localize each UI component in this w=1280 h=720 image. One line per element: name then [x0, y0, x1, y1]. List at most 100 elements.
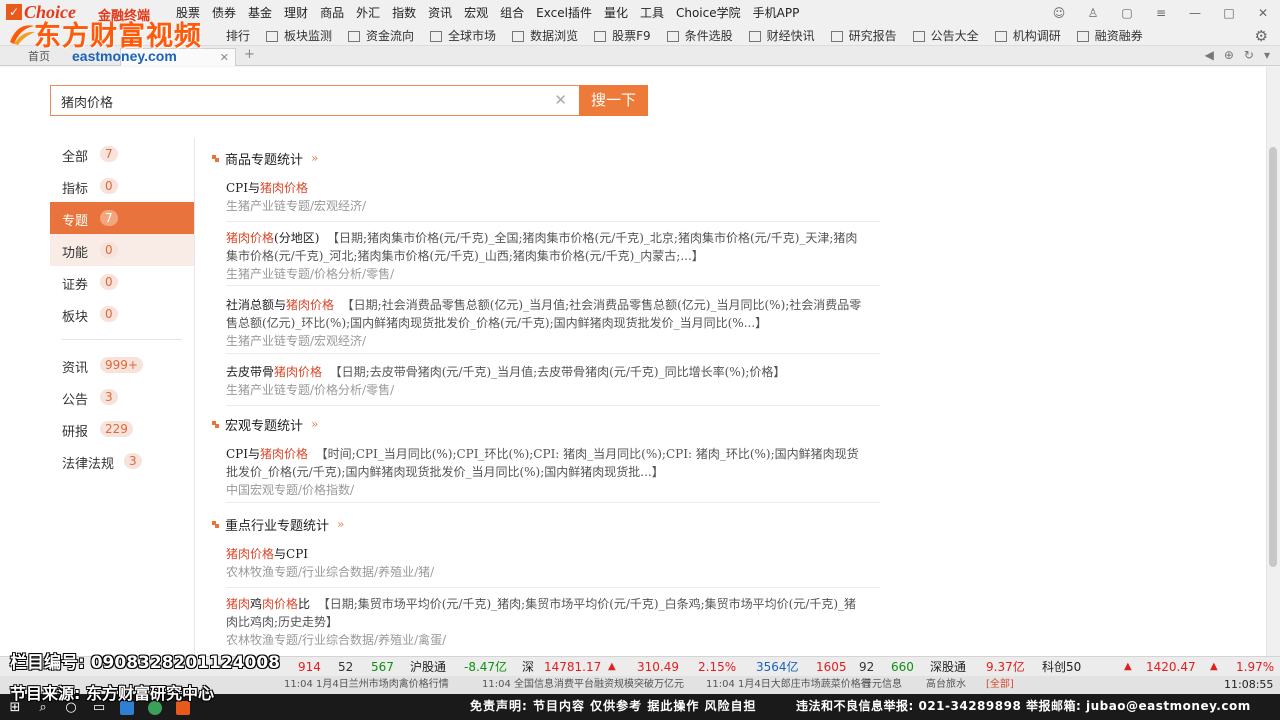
menu-item-tools[interactable]: 工具 [634, 0, 670, 26]
result-path[interactable]: 农林牧渔专题/行业综合数据/养殖业/禽蛋/ [226, 631, 880, 649]
menu-item-mobile-app[interactable]: 手机APP [747, 0, 806, 26]
news-item[interactable]: 11:04 1月4日兰州市场肉禽价格行情 [284, 676, 449, 694]
toolbar-label: 排行 [226, 29, 251, 43]
title-highlight: 猪肉价格 [226, 547, 275, 561]
result-item[interactable]: 猪肉鸡肉价格比 【日期;集贸市场平均价(元/千克)_猪肉;集贸市场平均价(元/千… [226, 595, 880, 653]
toolbar-global-market[interactable]: 全球市场 [424, 26, 506, 46]
title-highlight[interactable]: 肉价格 [262, 597, 298, 611]
menu-item-index[interactable]: 指数 [386, 0, 422, 26]
news-all-link[interactable]: [全部] [986, 676, 1014, 694]
zoom-icon[interactable]: ⊕ [1224, 48, 1234, 62]
vertical-scrollbar[interactable] [1266, 67, 1280, 656]
title-highlight[interactable]: 猪肉价格 [226, 231, 274, 245]
toolbar-research-report[interactable]: 研究报告 [825, 26, 907, 46]
title-highlight[interactable]: 猪肉价格 [286, 298, 334, 312]
category-indicator[interactable]: 指标 0 [50, 170, 194, 202]
result-path[interactable]: 生猪产业链专题/宏观经济/ [226, 332, 880, 350]
title-text[interactable]: 比 [298, 597, 310, 611]
category-all[interactable]: 全部 7 [50, 138, 194, 170]
category-sector[interactable]: 板块 0 [50, 298, 194, 330]
result-item[interactable]: CPI与猪肉价格 【时间;CPI_当月同比(%);CPI_环比(%);CPI: … [226, 445, 880, 503]
toolbar-stock-f9[interactable]: 股票F9 [588, 26, 661, 46]
eastmoney-swoosh-logo [10, 25, 35, 45]
category-label: 法律法规 [62, 457, 115, 472]
menu-item-excel-plugin[interactable]: Excel插件 [530, 0, 598, 26]
category-security[interactable]: 证券 0 [50, 266, 194, 298]
search-input[interactable] [61, 92, 541, 110]
minimize-icon[interactable]: — [1184, 3, 1206, 23]
section-more-link[interactable]: » [311, 417, 318, 431]
menu-item-choice-academy[interactable]: Choice学院 [670, 0, 747, 26]
toolbar-ranking[interactable]: 排行 [220, 26, 260, 46]
sh-connect-value: -8.47亿 [464, 660, 508, 674]
menu-item-commodity[interactable]: 商品 [314, 0, 350, 26]
result-path[interactable]: 生猪产业链专题/价格分析/零售/ [226, 265, 880, 283]
toolbar-institution-research[interactable]: 机构调研 [989, 26, 1071, 46]
toolbar-data-browse[interactable]: 数据浏览 [506, 26, 588, 46]
menu-item-quant[interactable]: 量化 [598, 0, 634, 26]
search-button[interactable]: 搜一下 [579, 85, 648, 116]
news-item[interactable]: 普元信息 [862, 676, 902, 694]
title-highlight[interactable]: 猪肉 [226, 597, 250, 611]
clear-search-icon[interactable]: ✕ [554, 91, 567, 109]
settings-gear-icon[interactable]: ⚙ [1255, 27, 1268, 45]
toolbar-sector-monitor[interactable]: 板块监测 [260, 26, 342, 46]
title-highlight[interactable]: 猪肉价格 [274, 365, 322, 379]
category-count: 0 [100, 274, 118, 290]
close-icon[interactable]: ✕ [1252, 3, 1274, 23]
category-law[interactable]: 法律法规 3 [50, 445, 194, 477]
tab-menu-icon[interactable]: ▾ [1264, 48, 1270, 62]
result-item[interactable]: 猪肉价格与CPI 农林牧渔专题/行业综合数据/养殖业/猪/ [226, 545, 880, 588]
maximize-icon[interactable]: □ [1218, 3, 1240, 23]
category-function[interactable]: 功能 0 [50, 234, 194, 266]
toolbar-stock-screener[interactable]: 条件选股 [661, 26, 743, 46]
menu-item-fund[interactable]: 基金 [242, 0, 278, 26]
title-text[interactable]: 社消总额与 [226, 298, 286, 312]
title-text[interactable]: (分地区) [274, 231, 319, 245]
category-announcement[interactable]: 公告 3 [50, 381, 194, 413]
toolbar-fund-flow[interactable]: 资金流向 [342, 26, 424, 46]
category-news[interactable]: 资讯 999+ [50, 349, 194, 381]
section-header-macro: 宏观专题统计 » [212, 413, 318, 435]
result-path[interactable]: 农林牧渔专题/行业综合数据/养殖业/猪/ [226, 563, 880, 581]
user-icon[interactable]: ♙ [1082, 3, 1104, 23]
title-text[interactable]: 鸡 [250, 597, 262, 611]
title-text[interactable]: 去皮带骨 [226, 365, 274, 379]
title-highlight[interactable]: 猪肉价格 [260, 447, 308, 461]
result-title[interactable]: 猪肉价格与CPI [226, 545, 880, 563]
section-more-link[interactable]: » [337, 517, 344, 531]
tab-close-icon[interactable]: ✕ [220, 49, 229, 66]
menu-item-forex[interactable]: 外汇 [350, 0, 386, 26]
result-title[interactable]: CPI与猪肉价格 [226, 179, 880, 197]
title-text[interactable]: CPI与 [226, 447, 260, 461]
result-path[interactable]: 生猪产业链专题/宏观经济/ [226, 197, 880, 215]
menu-item-bond[interactable]: 债券 [206, 0, 242, 26]
menu-icon[interactable]: ≡ [1150, 3, 1172, 23]
feedback-icon[interactable]: ☺ [1048, 3, 1070, 23]
result-path[interactable]: 中国宏观专题/价格指数/ [226, 481, 880, 499]
new-tab-button[interactable]: + [244, 47, 255, 62]
menu-item-macro[interactable]: 宏观 [458, 0, 494, 26]
menu-item-portfolio[interactable]: 组合 [494, 0, 530, 26]
news-item[interactable]: 高台旅水 [926, 676, 966, 694]
result-item[interactable]: 猪肉价格(分地区) 【日期;猪肉集市价格(元/千克)_全国;猪肉集市价格(元/千… [226, 229, 880, 286]
result-path[interactable]: 生猪产业链专题/价格分析/零售/ [226, 381, 880, 399]
toolbar-news-flash[interactable]: 财经快讯 [743, 26, 825, 46]
toolbar-margin-trading[interactable]: 融资融券 [1071, 26, 1153, 46]
scroll-thumb[interactable] [1269, 147, 1277, 567]
skin-icon[interactable]: ▢ [1116, 3, 1138, 23]
result-item[interactable]: 去皮带骨猪肉价格 【日期;去皮带骨猪肉(元/千克)_当月值;去皮带骨猪肉(元/千… [226, 363, 880, 406]
menu-item-wealth[interactable]: 理财 [278, 0, 314, 26]
category-topic[interactable]: 专题 7 [50, 202, 194, 234]
toolbar-announcements[interactable]: 公告大全 [907, 26, 989, 46]
news-item[interactable]: 11:04 1月4日大郎庄市场蔬菜价格行 [706, 676, 871, 694]
category-research-report[interactable]: 研报 229 [50, 413, 194, 445]
section-more-link[interactable]: » [311, 151, 318, 165]
result-item[interactable]: 社消总额与猪肉价格 【日期;社会消费品零售总额(亿元)_当月值;社会消费品零售总… [226, 296, 880, 354]
result-item[interactable]: CPI与猪肉价格 生猪产业链专题/宏观经济/ [226, 179, 880, 222]
back-icon[interactable]: ◀ [1205, 48, 1214, 62]
news-item[interactable]: 11:04 全国信息消费平台融资规模突破万亿元 [482, 676, 684, 694]
category-label: 证券 [62, 278, 89, 293]
menu-item-news[interactable]: 资讯 [422, 0, 458, 26]
refresh-icon[interactable]: ↻ [1244, 48, 1254, 62]
